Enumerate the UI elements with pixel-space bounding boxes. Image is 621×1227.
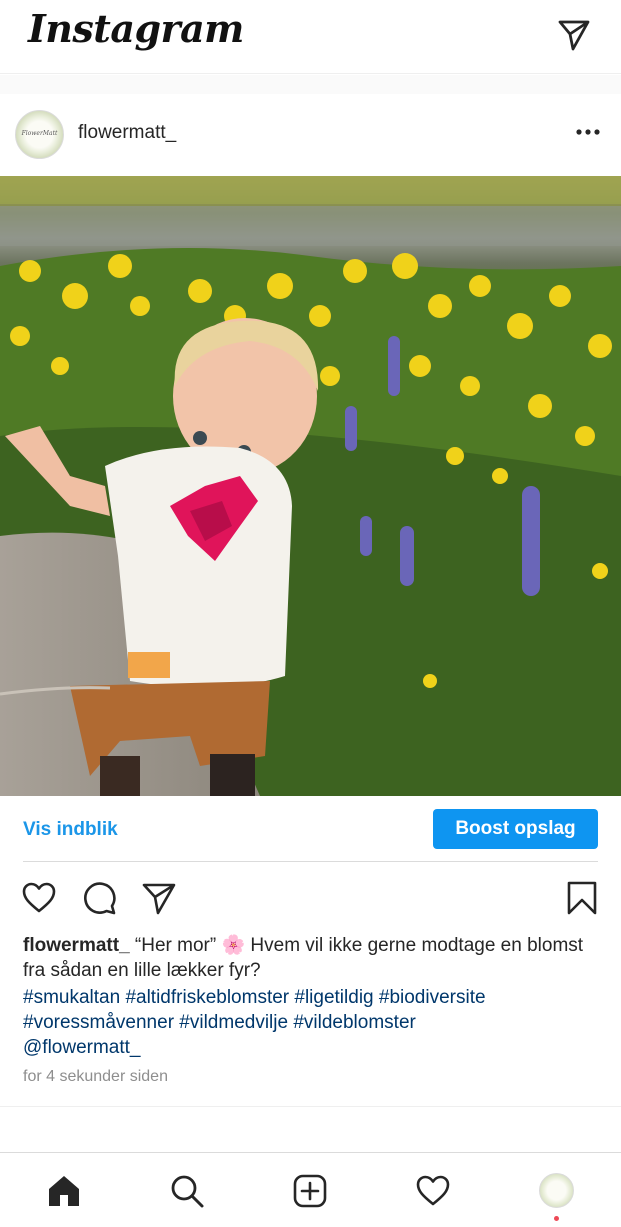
notification-dot	[554, 1216, 559, 1221]
search-icon[interactable]	[169, 1173, 205, 1209]
caption-hashtags: #smukaltan #altidfriskeblomster #ligetil…	[23, 985, 603, 1060]
post-timestamp: for 4 sekunder siden	[23, 1068, 168, 1085]
hashtags-line-1[interactable]: #smukaltan #altidfriskeblomster #ligetil…	[23, 985, 603, 1010]
activity-heart-icon[interactable]	[415, 1173, 451, 1209]
avatar[interactable]: FlowerMatt	[15, 110, 64, 159]
profile-avatar[interactable]	[539, 1173, 574, 1208]
top-bar: Instagram	[0, 0, 621, 74]
heart-icon[interactable]	[21, 880, 57, 916]
mention-link[interactable]: @flowermatt_	[23, 1035, 603, 1060]
post-username[interactable]: flowermatt_	[78, 122, 176, 144]
bottom-nav	[0, 1152, 621, 1227]
bookmark-icon[interactable]	[564, 880, 600, 916]
instagram-logo[interactable]: Instagram	[28, 6, 244, 51]
new-post-icon[interactable]	[292, 1173, 328, 1209]
boost-post-button[interactable]: Boost opslag	[433, 809, 598, 849]
hashtags-line-2[interactable]: #voressmåvenner #vildmedvilje #vildeblom…	[23, 1010, 603, 1035]
comment-icon[interactable]	[81, 880, 117, 916]
post-photo[interactable]	[0, 176, 621, 796]
divider	[23, 861, 598, 862]
avatar-logo-text: FlowerMatt	[21, 130, 58, 137]
paper-plane-icon[interactable]	[141, 880, 177, 916]
home-icon[interactable]	[46, 1173, 82, 1209]
insights-row: Vis indblik Boost opslag	[0, 796, 621, 862]
post-separator	[0, 1106, 621, 1107]
view-insights-link[interactable]: Vis indblik	[23, 819, 118, 841]
post-caption: flowermatt_ “Her mor” 🌸 Hvem vil ikke ge…	[23, 933, 603, 983]
caption-username[interactable]: flowermatt_	[23, 935, 130, 956]
post-actions	[0, 872, 621, 928]
paper-plane-icon[interactable]	[556, 16, 592, 52]
more-horizontal-icon[interactable]	[575, 125, 601, 139]
feed-gap	[0, 75, 621, 94]
photo-illustration	[0, 176, 621, 796]
post-header: FlowerMatt flowermatt_	[0, 94, 621, 176]
